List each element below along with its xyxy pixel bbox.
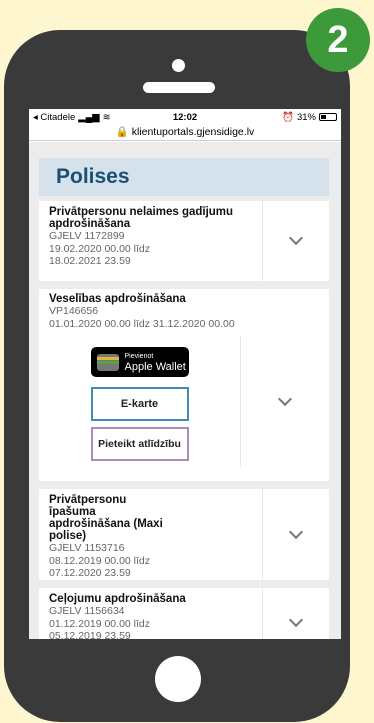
add-to-apple-wallet-button[interactable]: Pievienot Apple Wallet [90,347,189,377]
policy-actions-row: Pievienot Apple Wallet E-karte Pieteikt … [39,336,329,467]
chevron-down-icon [277,391,293,406]
policy-code: GJELV 1153716 [49,542,125,554]
home-button[interactable] [155,656,201,702]
submit-claim-button[interactable]: Pieteikt atlīdzību [90,427,189,461]
policy-period-end: 18.02.2021 23.59 [49,255,131,267]
page-title: Polises [56,165,130,188]
policy-period-end: 05.12.2019 23.59 [49,630,131,639]
e-card-button[interactable]: E-karte [90,387,189,421]
policy-period: 01.01.2020 00.00 līdz 31.12.2020 00.00 [49,317,235,330]
policy-card[interactable]: Privātpersonu īpašuma apdrošināšana (Max… [39,489,329,580]
battery-icon [319,113,337,121]
policy-period-start: 01.12.2019 00.00 līdz [49,617,151,630]
expand-toggle[interactable] [263,588,329,639]
expand-toggle[interactable] [263,489,329,580]
chevron-down-icon [288,230,304,246]
policy-code: VP146656 [49,305,99,317]
policy-period-start: 19.02.2020 00.00 līdz [49,242,151,255]
policy-title: Privātpersonu nelaimes gadījumu apdrošin… [49,206,234,230]
policy-period-start: 08.12.2019 00.00 līdz [49,554,151,567]
policy-info: Ceļojumu apdrošināšana GJELV 1156634 01.… [39,588,263,639]
phone-screen: ◂ Citadele ▂▄▆ ≋ 12:02 ⏰ 31% 🔒 klientupo… [29,109,341,639]
policy-card[interactable]: Privātpersonu nelaimes gadījumu apdrošin… [39,201,329,281]
policy-info: Privātpersonu nelaimes gadījumu apdrošin… [39,201,263,281]
policy-code: GJELV 1172899 [49,230,125,242]
wallet-big-label: Apple Wallet [124,361,186,373]
status-time: 12:02 [172,111,198,123]
step-badge: 2 [306,8,370,72]
policy-card-expanded[interactable]: Veselības apdrošināšana VP146656 01.01.2… [39,289,329,481]
expand-toggle[interactable] [241,336,329,467]
lock-icon: 🔒 [115,126,129,138]
policy-info: Veselības apdrošināšana VP146656 01.01.2… [39,289,329,336]
wallet-icon [96,353,119,371]
policy-info: Privātpersonu īpašuma apdrošināšana (Max… [39,489,263,580]
policy-actions: Pievienot Apple Wallet E-karte Pieteikt … [39,336,241,467]
policy-title: Ceļojumu apdrošināšana [49,593,186,605]
policy-card[interactable]: Ceļojumu apdrošināšana GJELV 1156634 01.… [39,588,329,639]
address-bar[interactable]: 🔒 klientuportals.gjensidige.lv [29,125,341,141]
page-content: Polises Privātpersonu nelaimes gadījumu … [29,142,341,639]
camera-dot [172,59,185,72]
policy-title: Veselības apdrošināšana [49,293,186,305]
page-title-bar: Polises [39,158,329,196]
chevron-down-icon [288,524,304,539]
status-bar: ◂ Citadele ▂▄▆ ≋ 12:02 ⏰ 31% [29,109,341,125]
chevron-down-icon [288,612,304,628]
expand-toggle[interactable] [263,201,329,281]
policy-title: Privātpersonu īpašuma apdrošināšana (Max… [49,494,163,542]
policy-period-end: 07.12.2020 23.59 [49,567,131,579]
url-text: klientuportals.gjensidige.lv [131,126,255,138]
policy-code: GJELV 1156634 [49,605,125,617]
speaker-slot [143,82,215,93]
